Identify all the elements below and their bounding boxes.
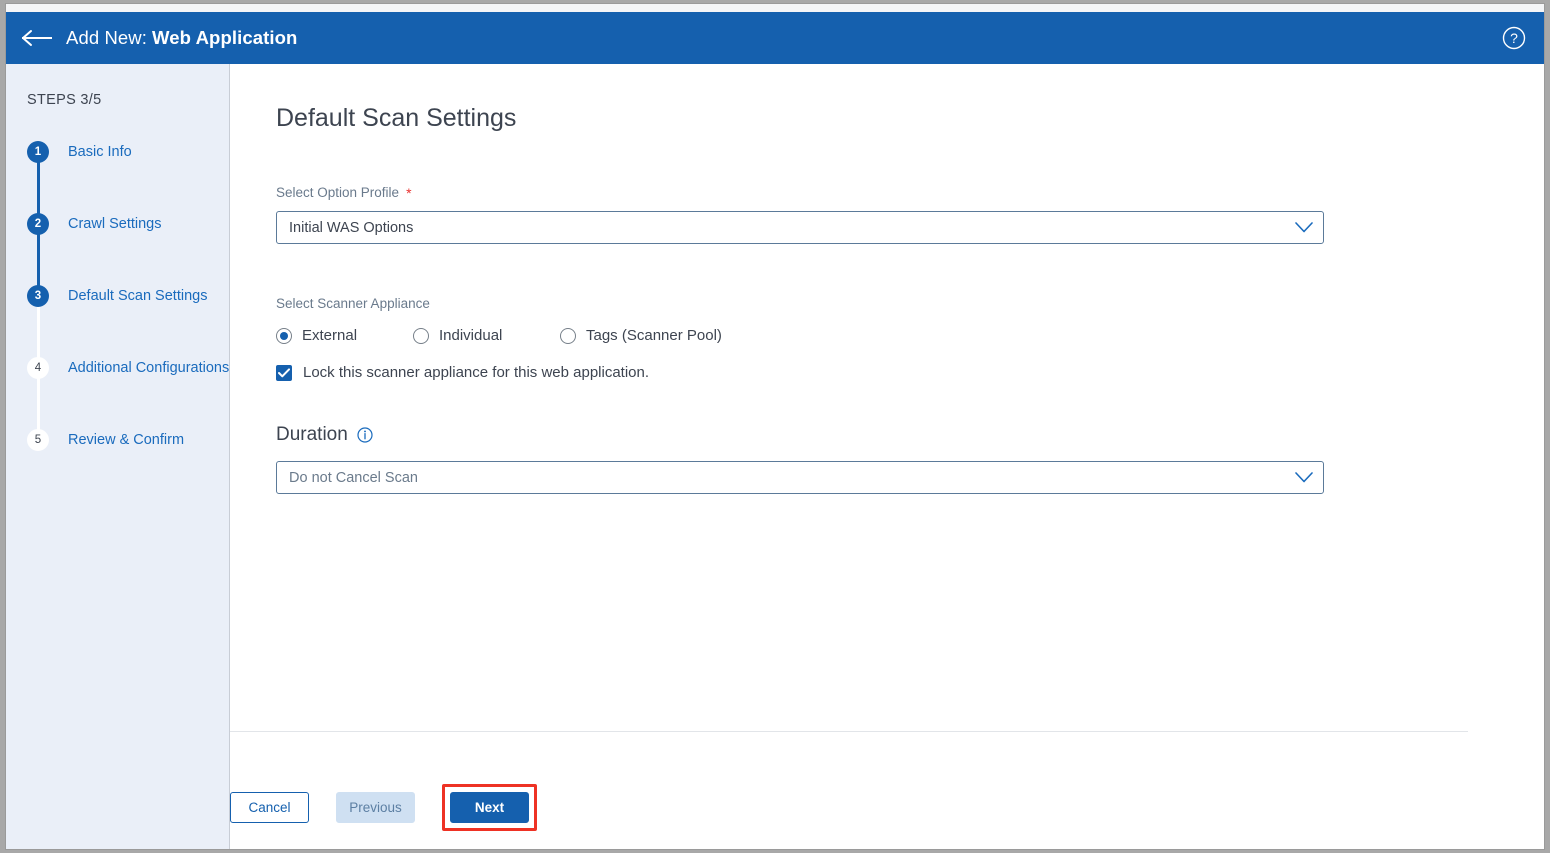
step-label: Crawl Settings	[68, 216, 162, 232]
application-window: Add New: Web Application ? STEPS 3/5 1 Ba…	[5, 3, 1545, 850]
step-number-badge: 5	[27, 429, 49, 451]
sidebar-step-crawl-settings[interactable]: 2 Crawl Settings	[27, 206, 229, 242]
sidebar-step-additional-configurations[interactable]: 4 Additional Configurations	[27, 350, 229, 386]
option-profile-group: Select Option Profile * Initial WAS Opti…	[276, 185, 1544, 244]
duration-title: Duration	[276, 424, 348, 445]
radio-icon-unselected	[413, 327, 429, 344]
radio-icon-unselected	[560, 327, 576, 344]
step-number-badge: 2	[27, 213, 49, 235]
scanner-appliance-label: Select Scanner Appliance	[276, 296, 1544, 311]
step-label: Additional Configurations	[68, 360, 230, 376]
lock-scanner-appliance-checkbox[interactable]: Lock this scanner appliance for this web…	[276, 364, 1544, 381]
option-profile-label-text: Select Option Profile	[276, 185, 400, 200]
steps-counter-label: STEPS 3/5	[27, 92, 102, 108]
radio-option-tags-scanner-pool[interactable]: Tags (Scanner Pool)	[560, 327, 722, 344]
duration-value: Do not Cancel Scan	[289, 469, 418, 486]
footer-button-row: Cancel Previous Next	[230, 784, 537, 831]
steps-sidebar: STEPS 3/5 1 Basic Info 2 Crawl Settings …	[6, 64, 230, 849]
option-profile-value: Initial WAS Options	[289, 219, 414, 236]
header-title-main: Web Application	[152, 27, 298, 48]
radio-icon-selected	[276, 327, 292, 344]
duration-group: Duration Do not Cancel Scan	[276, 424, 1544, 494]
sidebar-step-default-scan-settings[interactable]: 3 Default Scan Settings	[27, 278, 229, 314]
cancel-button[interactable]: Cancel	[230, 792, 309, 823]
scanner-appliance-radio-group: External Individual Tags (Scanner Pool)	[276, 327, 1544, 344]
next-button[interactable]: Next	[450, 792, 529, 823]
radio-option-individual[interactable]: Individual	[413, 327, 560, 344]
radio-label: External	[302, 327, 358, 344]
page-header: Add New: Web Application ?	[6, 12, 1544, 64]
radio-option-external[interactable]: External	[276, 327, 413, 344]
main-content: Default Scan Settings Select Option Prof…	[230, 64, 1544, 849]
step-label: Basic Info	[68, 144, 132, 160]
svg-text:?: ?	[1510, 30, 1518, 46]
duration-select[interactable]: Do not Cancel Scan	[276, 461, 1324, 494]
radio-label: Tags (Scanner Pool)	[586, 327, 722, 344]
page-body: STEPS 3/5 1 Basic Info 2 Crawl Settings …	[6, 64, 1544, 849]
step-number-badge: 4	[27, 357, 49, 379]
step-number-badge: 3	[27, 285, 49, 307]
checkbox-label: Lock this scanner appliance for this web…	[303, 364, 650, 381]
step-label: Review & Confirm	[68, 432, 185, 448]
required-marker: *	[406, 184, 412, 201]
scanner-appliance-group: Select Scanner Appliance External Indivi…	[276, 296, 1544, 381]
footer-divider	[230, 731, 1468, 732]
scanner-appliance-label-text: Select Scanner Appliance	[276, 296, 430, 311]
option-profile-select[interactable]: Initial WAS Options	[276, 211, 1324, 244]
sidebar-step-basic-info[interactable]: 1 Basic Info	[27, 134, 229, 170]
next-button-highlight: Next	[442, 784, 537, 831]
page-title: Default Scan Settings	[276, 104, 517, 132]
step-label: Default Scan Settings	[68, 288, 208, 304]
chevron-down-icon	[1295, 222, 1313, 233]
duration-heading: Duration	[276, 424, 1544, 446]
checkbox-icon-checked	[276, 364, 292, 381]
back-arrow-icon[interactable]	[20, 26, 54, 50]
radio-label: Individual	[439, 327, 503, 344]
sidebar-step-review-confirm[interactable]: 5 Review & Confirm	[27, 422, 229, 458]
header-title-prefix: Add New:	[66, 27, 148, 48]
option-profile-label: Select Option Profile *	[276, 185, 1544, 200]
previous-button[interactable]: Previous	[336, 792, 415, 823]
window-top-strip	[6, 4, 1544, 12]
steps-list: 1 Basic Info 2 Crawl Settings 3 Default …	[6, 134, 229, 458]
info-circle-icon[interactable]	[357, 427, 373, 443]
step-number-badge: 1	[27, 141, 49, 163]
header-title: Add New: Web Application	[66, 27, 297, 49]
help-circle-icon[interactable]: ?	[1502, 26, 1526, 50]
chevron-down-icon	[1295, 472, 1313, 483]
